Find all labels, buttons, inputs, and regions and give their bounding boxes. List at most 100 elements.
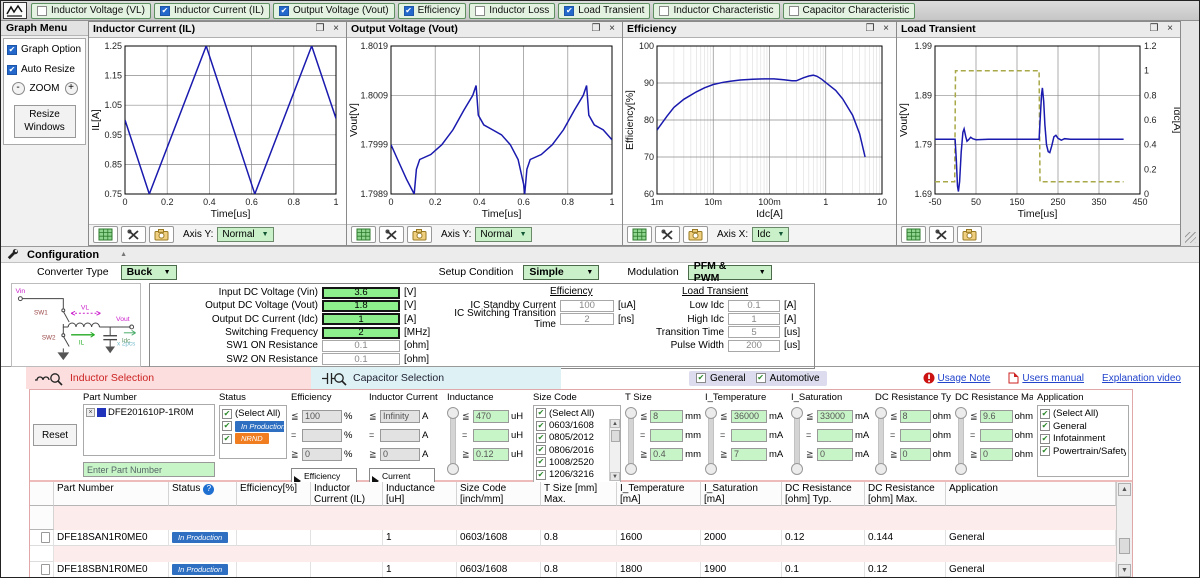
view-toggle-4[interactable]: Inductor Loss [469, 3, 555, 19]
range-input-eq[interactable] [731, 429, 767, 442]
range-input-ge[interactable]: 0 [380, 448, 420, 461]
range-input-le[interactable]: 9.6 [980, 410, 1013, 423]
document-icon[interactable] [41, 564, 50, 575]
document-icon[interactable] [41, 532, 50, 543]
slider-upper-handle[interactable] [705, 407, 717, 419]
status-checkbox[interactable]: ✔ [222, 434, 232, 444]
slider-upper-handle[interactable] [791, 407, 803, 419]
list-checkbox[interactable]: ✔ [536, 421, 546, 431]
status-option-2[interactable]: ✔NRND [222, 433, 284, 444]
list-option-1[interactable]: ✔General [1040, 421, 1126, 432]
maximize-button[interactable]: ❐ [1148, 24, 1160, 34]
zoom-out-button[interactable]: - [12, 82, 25, 95]
slider-lower-handle[interactable] [625, 463, 637, 475]
list-checkbox[interactable]: ✔ [536, 445, 546, 455]
range-input-ge[interactable]: 0 [817, 448, 853, 461]
list-checkbox[interactable]: ✔ [1040, 421, 1050, 431]
status-checkbox[interactable]: ✔ [222, 421, 232, 431]
status-checkbox[interactable]: ✔ [222, 409, 232, 419]
collapse-arrow-icon[interactable]: ▲ [120, 251, 127, 258]
list-option-3[interactable]: ✔0806/2016 [536, 445, 608, 456]
table-row[interactable]: DFE18SAN1R0ME0In Production10603/16080.8… [30, 530, 1116, 562]
table-row[interactable]: DFE18SBN1R0ME0In Production10603/16080.8… [30, 562, 1116, 578]
view-toggle-checkbox[interactable] [659, 6, 669, 16]
range-input-eq[interactable] [817, 429, 853, 442]
view-toggle-2[interactable]: ✔Output Voltage (Vout) [273, 3, 395, 19]
tab-inductor-selection[interactable]: Inductor Selection [26, 367, 311, 389]
efficiency-field-input[interactable]: 2 [560, 313, 614, 325]
range-slider[interactable] [447, 407, 460, 475]
maximize-button[interactable]: ❐ [590, 24, 602, 34]
view-toggle-checkbox[interactable]: ✔ [160, 6, 170, 16]
tools-button[interactable] [379, 226, 404, 243]
view-toggle-checkbox[interactable]: ✔ [279, 6, 289, 16]
view-toggle-checkbox[interactable]: ✔ [404, 6, 414, 16]
modulation-select[interactable]: PFM & PWM▼ [688, 265, 772, 280]
resize-grip[interactable] [1185, 232, 1196, 243]
help-link-0[interactable]: Usage Note [923, 372, 991, 384]
chart-window-titlebar[interactable]: Output Voltage (Vout)❐× [347, 22, 622, 38]
list-checkbox[interactable]: ✔ [536, 470, 546, 480]
range-input-eq[interactable] [380, 429, 420, 442]
view-toggle-6[interactable]: Inductor Characteristic [653, 3, 779, 19]
export-table-button[interactable] [627, 226, 652, 243]
axis-select[interactable]: Normal▼ [475, 227, 531, 242]
axis-select[interactable]: Normal▼ [217, 227, 273, 242]
view-toggle-1[interactable]: ✔Inductor Current (IL) [154, 3, 270, 19]
scroll-down-icon[interactable]: ▼ [610, 472, 620, 481]
status-option-0[interactable]: ✔(Select All) [222, 408, 284, 419]
table-header-3[interactable]: Inductor Current (IL) [A] [311, 482, 383, 506]
config-field-input[interactable]: 1.8 [322, 300, 400, 312]
list-option-3[interactable]: ✔Powertrain/Safety [1040, 446, 1126, 457]
chart-window-titlebar[interactable]: Load Transient❐× [897, 22, 1180, 38]
range-input-ge[interactable]: 0.4 [650, 448, 683, 461]
setup-condition-select[interactable]: Simple▼ [523, 265, 599, 280]
range-slider[interactable] [875, 407, 888, 475]
table-header-8[interactable]: I_Saturation [mA] [701, 482, 782, 506]
range-input-eq[interactable] [650, 429, 683, 442]
table-header-10[interactable]: DC Resistance [ohm] Max. [865, 482, 946, 506]
help-link-1[interactable]: Users manual [1008, 372, 1084, 384]
snapshot-button[interactable] [683, 226, 708, 243]
range-input-le[interactable]: 8 [650, 410, 683, 423]
slider-lower-handle[interactable] [955, 463, 967, 475]
chart-window-titlebar[interactable]: Efficiency❐× [623, 22, 896, 38]
range-slider[interactable] [955, 407, 968, 475]
config-field-input[interactable]: 3.6 [322, 287, 400, 299]
list-option-0[interactable]: ✔(Select All) [1040, 408, 1126, 419]
list-checkbox[interactable]: ✔ [536, 433, 546, 443]
config-field-input[interactable]: 1 [322, 313, 400, 325]
remove-part-icon[interactable]: × [86, 408, 95, 417]
slider-upper-handle[interactable] [875, 407, 887, 419]
range-input-eq[interactable] [473, 429, 509, 442]
status-option-1[interactable]: ✔In Production [222, 421, 284, 432]
scroll-thumb[interactable] [1119, 538, 1130, 554]
export-table-button[interactable] [351, 226, 376, 243]
slider-upper-handle[interactable] [625, 407, 637, 419]
export-table-button[interactable] [93, 226, 118, 243]
reset-button[interactable]: Reset [33, 424, 77, 446]
list-checkbox[interactable]: ✔ [1040, 446, 1050, 456]
range-input-eq[interactable] [980, 429, 1013, 442]
snapshot-button[interactable] [957, 226, 982, 243]
table-header-0[interactable]: Part Number [54, 482, 169, 506]
view-toggle-3[interactable]: ✔Efficiency [398, 3, 467, 19]
range-input-le[interactable]: 8 [900, 410, 931, 423]
range-input-ge[interactable]: 0 [980, 448, 1013, 461]
table-header-5[interactable]: Size Code [inch/mm] [457, 482, 541, 506]
zoom-in-button[interactable]: + [65, 82, 78, 95]
config-field-input[interactable]: 0.1 [322, 340, 400, 352]
graph-menu-checkbox[interactable]: ✔ [7, 65, 17, 75]
tools-button[interactable] [929, 226, 954, 243]
range-input-le[interactable]: Infinity [380, 410, 420, 423]
list-checkbox[interactable]: ✔ [1040, 409, 1050, 419]
range-input-ge[interactable]: 0 [302, 448, 342, 461]
range-input-le[interactable]: 36000 [731, 410, 767, 423]
help-icon[interactable]: ? [203, 484, 214, 495]
table-header-9[interactable]: DC Resistance [ohm] Typ. [782, 482, 865, 506]
snapshot-button[interactable] [149, 226, 174, 243]
range-input-ge[interactable]: 0 [900, 448, 931, 461]
range-input-le[interactable]: 470 [473, 410, 509, 423]
scroll-down-icon[interactable]: ▼ [1118, 564, 1131, 577]
range-input-eq[interactable] [900, 429, 931, 442]
